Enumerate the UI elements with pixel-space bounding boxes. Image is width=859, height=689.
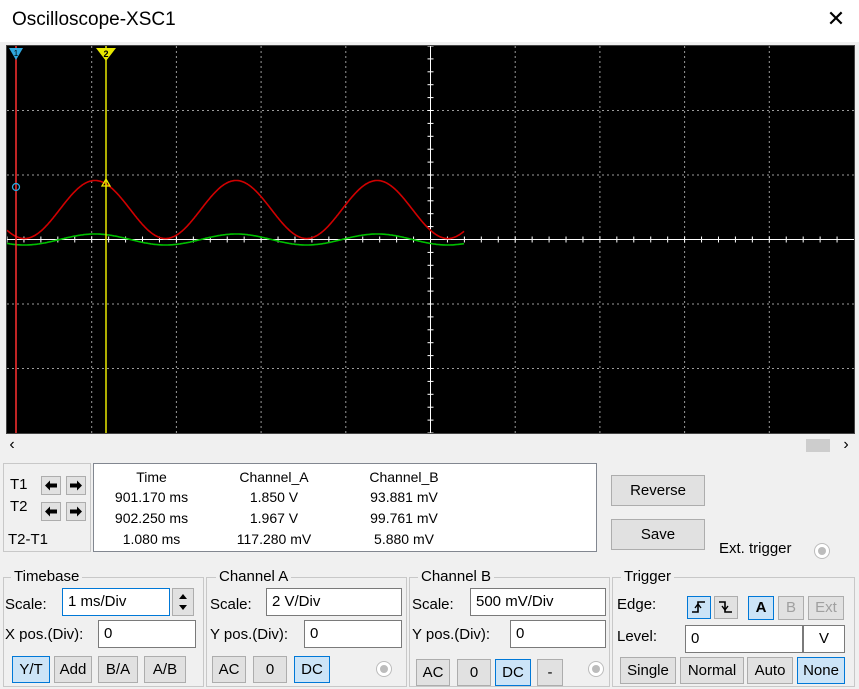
channel-b-zero-button[interactable]: 0 <box>457 659 491 686</box>
trigger-level-label: Level: <box>617 628 658 645</box>
t1-time: 901.170 ms <box>114 489 189 505</box>
t1-channel-b: 93.881 mV <box>370 489 438 505</box>
horizontal-scrollbar[interactable]: ‹ › <box>0 434 859 456</box>
scroll-thumb[interactable] <box>806 439 830 452</box>
diff-time: 1.080 ms <box>122 531 181 547</box>
cursor-t1-label: 1 <box>14 49 19 58</box>
window-title: Oscilloscope-XSC1 <box>12 9 176 30</box>
chevron-left-icon[interactable]: ‹ <box>2 434 22 456</box>
waveform-display: 12 <box>6 45 854 434</box>
rising-edge-icon <box>692 601 705 613</box>
diff-channel-a: 117.280 mV <box>236 531 312 547</box>
mode-yt-button[interactable]: Y/T <box>12 656 50 683</box>
chevron-right-icon[interactable]: › <box>836 434 856 456</box>
arrow-right-icon <box>70 506 82 517</box>
cursor-t1-label: T1 <box>10 476 28 493</box>
channel-b-invert-button[interactable]: - <box>537 659 563 686</box>
channel-b-scale-input[interactable]: 500 mV/Div <box>470 588 606 616</box>
channel-b-title: Channel B <box>418 568 495 585</box>
channel-a-waveform <box>6 179 465 240</box>
channel-a-radio[interactable] <box>376 661 392 677</box>
channel-a-title: Channel A <box>216 568 292 585</box>
channel-b-dc-button[interactable]: DC <box>495 659 531 686</box>
t1-right-button[interactable] <box>66 476 86 495</box>
channel-a-ac-button[interactable]: AC <box>212 656 246 683</box>
arrow-left-icon <box>45 506 57 517</box>
timebase-xpos-label: X pos.(Div): <box>5 626 84 643</box>
oscilloscope-screen[interactable]: 12 <box>6 45 855 434</box>
channel-b-scale-label: Scale: <box>412 596 454 613</box>
trigger-level-unit[interactable]: V <box>803 625 845 653</box>
trigger-single-button[interactable]: Single <box>620 657 676 684</box>
channel-b-ac-button[interactable]: AC <box>416 659 450 686</box>
channel-a-ypos-input[interactable]: 0 <box>304 620 402 648</box>
mode-ab-button[interactable]: A/B <box>144 656 186 683</box>
cursor-diff-label: T2-T1 <box>8 531 49 548</box>
close-icon[interactable]: ✕ <box>823 4 849 34</box>
arrow-right-icon <box>70 480 82 491</box>
channel-a-scale-input[interactable]: 2 V/Div <box>266 588 402 616</box>
spinner-arrows-icon <box>179 594 187 610</box>
t2-right-button[interactable] <box>66 502 86 521</box>
t1-channel-a: 1.850 V <box>249 489 299 505</box>
channel-a-ypos-label: Y pos.(Div): <box>210 626 289 643</box>
falling-edge-icon <box>719 601 732 613</box>
mode-add-button[interactable]: Add <box>54 656 92 683</box>
save-button[interactable]: Save <box>611 519 705 550</box>
header-channel-a: Channel_A <box>239 469 309 485</box>
rising-edge-button[interactable] <box>687 596 711 619</box>
falling-edge-button[interactable] <box>714 596 738 619</box>
timebase-scale-label: Scale: <box>5 596 47 613</box>
trigger-none-button[interactable]: None <box>797 657 845 684</box>
diff-channel-b: 5.880 mV <box>374 531 434 547</box>
trigger-normal-button[interactable]: Normal <box>680 657 744 684</box>
channel-b-ypos-input[interactable]: 0 <box>510 620 606 648</box>
header-time: Time <box>136 469 167 485</box>
trigger-source-a-button[interactable]: A <box>748 596 774 620</box>
trigger-source-ext-button[interactable]: Ext <box>808 596 844 620</box>
timebase-scale-spinner[interactable] <box>172 588 194 616</box>
cursor-t2-label: T2 <box>10 498 28 515</box>
channel-b-radio[interactable] <box>588 661 604 677</box>
t1-left-button[interactable] <box>41 476 61 495</box>
timebase-title: Timebase <box>11 568 83 585</box>
trigger-edge-label: Edge: <box>617 596 657 613</box>
trigger-title: Trigger <box>621 568 674 585</box>
measurement-table: Time Channel_A Channel_B 901.170 ms 1.85… <box>93 463 597 552</box>
trigger-auto-button[interactable]: Auto <box>747 657 793 684</box>
reverse-button[interactable]: Reverse <box>611 475 705 506</box>
ext-trigger-label: Ext. trigger <box>719 540 792 557</box>
timebase-scale-input[interactable]: 1 ms/Div <box>62 588 170 616</box>
t2-channel-a: 1.967 V <box>249 510 299 526</box>
timebase-xpos-input[interactable]: 0 <box>98 620 196 648</box>
trigger-source-b-button[interactable]: B <box>778 596 804 620</box>
arrow-left-icon <box>45 480 57 491</box>
trigger-level-input[interactable]: 0 <box>685 625 803 653</box>
mode-ba-button[interactable]: B/A <box>98 656 138 683</box>
t2-channel-b: 99.761 mV <box>370 510 438 526</box>
channel-b-ypos-label: Y pos.(Div): <box>412 626 491 643</box>
header-channel-b: Channel_B <box>369 469 439 485</box>
t2-time: 902.250 ms <box>114 510 189 526</box>
cursor-t2-label: 2 <box>103 49 108 59</box>
t2-left-button[interactable] <box>41 502 61 521</box>
channel-a-zero-button[interactable]: 0 <box>253 656 287 683</box>
ext-trigger-radio[interactable] <box>814 543 830 559</box>
channel-a-dc-button[interactable]: DC <box>294 656 330 683</box>
channel-a-scale-label: Scale: <box>210 596 252 613</box>
